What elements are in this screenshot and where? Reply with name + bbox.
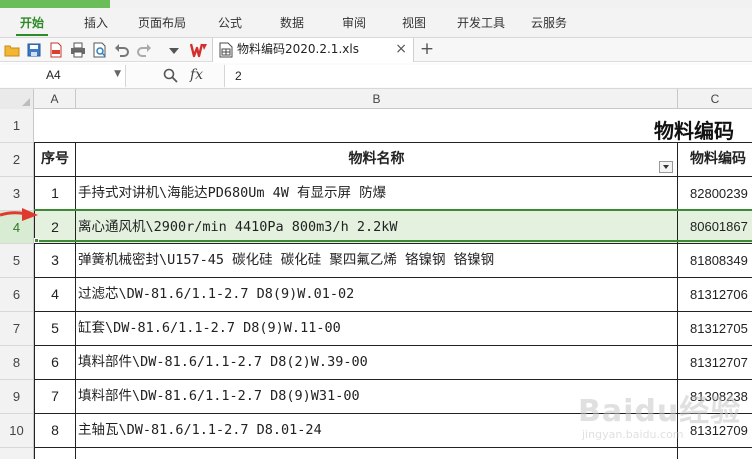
row-header[interactable]: 6 [0,278,34,312]
sheet-row: 1 物料编码 [0,109,752,143]
dropdown-icon[interactable] [166,42,182,58]
code-cell[interactable]: 81312706 [678,278,752,312]
code-cell[interactable]: 81312705 [678,312,752,346]
table-row: 6 4 过滤芯\DW-81.6/1.1-2.7 D8(9)W.01-02 813… [0,278,752,312]
save-icon[interactable] [26,42,42,58]
name-cell[interactable]: 过滤芯\DW-81.6/1.1-2.7 D8(9)W.01-02 [76,278,678,312]
header-code[interactable]: 物料编码 [678,143,752,177]
seq-cell[interactable]: 6 [34,346,76,380]
tab-developer[interactable]: 开发工具 [452,8,510,38]
row-header[interactable]: 2 [0,143,34,177]
code-cell[interactable]: 81808349 [678,244,752,278]
pdf-export-icon[interactable] [48,42,64,58]
tab-cloud-service[interactable]: 云服务 [526,8,572,38]
header-name-label: 物料名称 [348,151,405,167]
row-header[interactable]: 5 [0,244,34,278]
tab-insert[interactable]: 插入 [78,8,114,38]
table-row-selected: 4 2 离心通风机\2900r/min 4410Pa 800m3/h 2.2kW… [0,211,752,244]
table-row: 7 5 缸套\DW-81.6/1.1-2.7 D8(9)W.11-00 8131… [0,312,752,346]
filter-dropdown-icon[interactable] [659,161,673,173]
seq-cell[interactable]: 4 [34,278,76,312]
row-header[interactable]: 9 [0,380,34,414]
row-header[interactable]: 8 [0,346,34,380]
row-header[interactable] [0,448,34,459]
name-cell[interactable]: 缸套\DW-81.6/1.1-2.7 D8(9)W.11-00 [76,312,678,346]
column-header-b[interactable]: B [76,89,678,109]
seq-cell[interactable]: 8 [34,414,76,448]
folder-open-icon[interactable] [4,42,20,58]
row-header[interactable]: 7 [0,312,34,346]
print-icon[interactable] [70,42,86,58]
name-box[interactable]: A4 ▼ [0,65,126,87]
add-tab-icon[interactable]: + [418,38,436,62]
watermark-text: Baidu经验 [578,394,742,429]
seq-cell-active[interactable]: 2 [34,211,76,244]
code-cell[interactable]: 81312707 [678,346,752,380]
sheet-header-row: 2 序号 物料名称 物料编码 [0,143,752,177]
baidu-watermark: Baidu经验 jingyan.baidu.com [578,384,752,459]
name-cell[interactable]: 弹簧机械密封\U157-45 碳化硅 碳化硅 聚四氟乙烯 铬镍钢 铬镍钢 [76,244,678,278]
wps-logo-icon[interactable] [190,42,208,58]
seq-cell[interactable]: 5 [34,312,76,346]
document-tab[interactable]: 物料编码2020.2.1.xls × [212,38,414,62]
chevron-down-icon[interactable]: ▼ [114,69,121,79]
seq-cell[interactable]: 1 [34,177,76,211]
table-row: 5 3 弹簧机械密封\U157-45 碳化硅 碳化硅 聚四氟乙烯 铬镍钢 铬镍钢… [0,244,752,278]
zoom-search-icon[interactable] [163,68,178,83]
select-all-corner[interactable] [0,89,34,109]
app-menu-strip[interactable] [0,0,110,8]
name-cell[interactable]: 填料部件\DW-81.6/1.1-2.7 D8(2)W.39-00 [76,346,678,380]
sheet-title: 物料编码 [654,119,734,143]
seq-cell[interactable]: 3 [34,244,76,278]
code-cell[interactable]: 82800239 [678,177,752,211]
insert-function-button[interactable]: fx [190,67,203,83]
row-header[interactable]: 10 [0,414,34,448]
print-preview-icon[interactable] [92,42,108,58]
formula-input[interactable]: 2 [224,65,752,87]
header-name[interactable]: 物料名称 [76,143,678,177]
tab-review[interactable]: 审阅 [336,8,372,38]
annotation-arrow-icon [0,208,38,221]
title-strip [0,0,752,8]
column-header-row: A B C [0,89,752,109]
name-cell[interactable]: 手持式对讲机\海能达PD680Um 4W 有显示屏 防爆 [76,177,678,211]
column-header-a[interactable]: A [34,89,76,109]
name-cell[interactable]: 离心通风机\2900r/min 4410Pa 800m3/h 2.2kW [76,211,678,244]
tab-page-layout[interactable]: 页面布局 [134,8,190,38]
header-seq[interactable]: 序号 [34,143,76,177]
redo-icon[interactable] [136,42,152,58]
code-cell[interactable]: 80601867 [678,211,752,244]
tab-home[interactable]: 开始 [14,8,50,38]
fill-handle[interactable] [34,238,39,243]
close-tab-icon[interactable]: × [395,41,407,57]
formula-bar: A4 ▼ fx 2 [0,63,752,89]
seq-cell[interactable]: 7 [34,380,76,414]
column-header-c[interactable]: C [678,89,752,109]
cell-reference: A4 [46,68,61,82]
table-row: 3 1 手持式对讲机\海能达PD680Um 4W 有显示屏 防爆 8280023… [0,177,752,211]
ribbon-tabs: 开始 插入 页面布局 公式 数据 审阅 视图 开发工具 云服务 [0,8,752,38]
seq-cell[interactable] [34,448,76,459]
watermark-sub: jingyan.baidu.com [582,428,684,441]
document-title: 物料编码2020.2.1.xls [237,42,359,56]
undo-icon[interactable] [114,42,130,58]
tab-view[interactable]: 视图 [396,8,432,38]
tab-data[interactable]: 数据 [274,8,310,38]
title-cell[interactable]: 物料编码 [34,109,752,143]
formula-value: 2 [235,69,242,83]
tab-formulas[interactable]: 公式 [212,8,248,38]
table-row: 8 6 填料部件\DW-81.6/1.1-2.7 D8(2)W.39-00 81… [0,346,752,380]
row-header[interactable]: 1 [0,109,34,143]
spreadsheet-file-icon [219,42,233,58]
